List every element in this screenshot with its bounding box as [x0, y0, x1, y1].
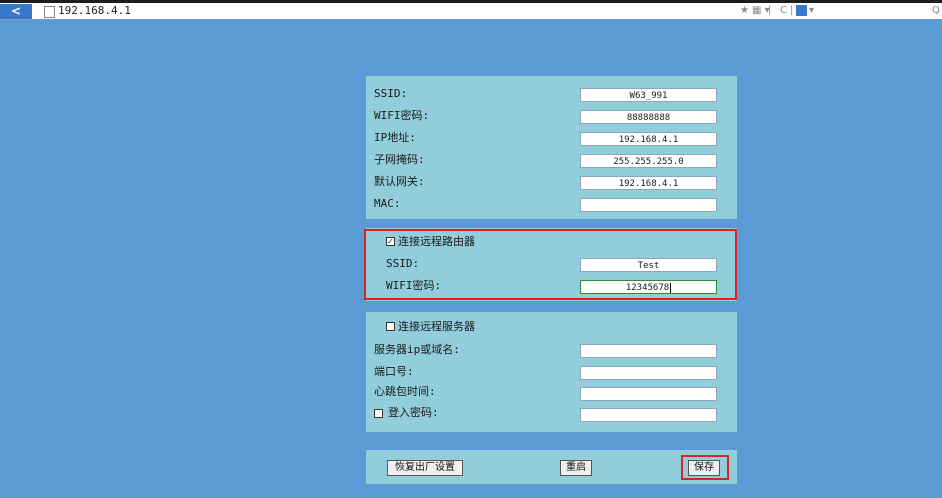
- ssid-label: SSID:: [374, 87, 408, 100]
- toolbar-divider: |: [790, 5, 794, 16]
- login-password-checkbox[interactable]: [374, 409, 383, 418]
- subnet-mask-label: 子网掩码:: [374, 153, 425, 166]
- restart-button[interactable]: 重启: [560, 460, 592, 476]
- refresh-icon[interactable]: C: [780, 3, 787, 18]
- heartbeat-field[interactable]: [580, 387, 717, 401]
- remote-server-label: 连接远程服务器: [398, 320, 475, 333]
- subnet-mask-field[interactable]: 255.255.255.0: [580, 154, 717, 168]
- mac-field[interactable]: [580, 198, 717, 212]
- mac-label: MAC:: [374, 197, 401, 210]
- port-label: 端口号:: [374, 365, 414, 378]
- search-engine-icon[interactable]: [796, 5, 807, 16]
- grid-icon[interactable]: ▦ ▾: [752, 3, 770, 18]
- login-password-label: 登入密码:: [388, 406, 439, 419]
- url-field[interactable]: 192.168.4.1: [58, 3, 131, 18]
- server-address-field[interactable]: [580, 344, 717, 358]
- ip-address-field[interactable]: 192.168.4.1: [580, 132, 717, 146]
- highlight-box-remote-router: [364, 229, 737, 300]
- login-password-field[interactable]: [580, 408, 717, 422]
- page-icon: [44, 6, 55, 18]
- ip-address-label: IP地址:: [374, 131, 416, 144]
- wifi-password-label: WIFI密码:: [374, 109, 430, 122]
- restore-factory-button[interactable]: 恢复出厂设置: [387, 460, 463, 476]
- toolbar-divider: |: [768, 5, 772, 16]
- port-field[interactable]: [580, 366, 717, 380]
- ssid-field[interactable]: W63_991: [580, 88, 717, 102]
- chevron-down-icon[interactable]: ▾: [809, 3, 814, 18]
- window-top-border: [0, 0, 942, 3]
- wifi-password-field[interactable]: 88888888: [580, 110, 717, 124]
- server-address-label: 服务器ip或域名:: [374, 343, 460, 356]
- back-arrow-icon: <: [10, 4, 22, 18]
- browser-address-bar: < 192.168.4.1 ★ ▦ ▾ | C | ▾ Q: [0, 0, 942, 20]
- search-icon[interactable]: Q: [932, 3, 940, 18]
- gateway-field[interactable]: 192.168.4.1: [580, 176, 717, 190]
- back-button[interactable]: <: [0, 4, 32, 19]
- gateway-label: 默认网关:: [374, 175, 425, 188]
- heartbeat-label: 心跳包时间:: [374, 385, 436, 398]
- highlight-box-save: [681, 455, 729, 480]
- remote-server-checkbox[interactable]: [386, 322, 395, 331]
- star-icon[interactable]: ★: [740, 3, 749, 18]
